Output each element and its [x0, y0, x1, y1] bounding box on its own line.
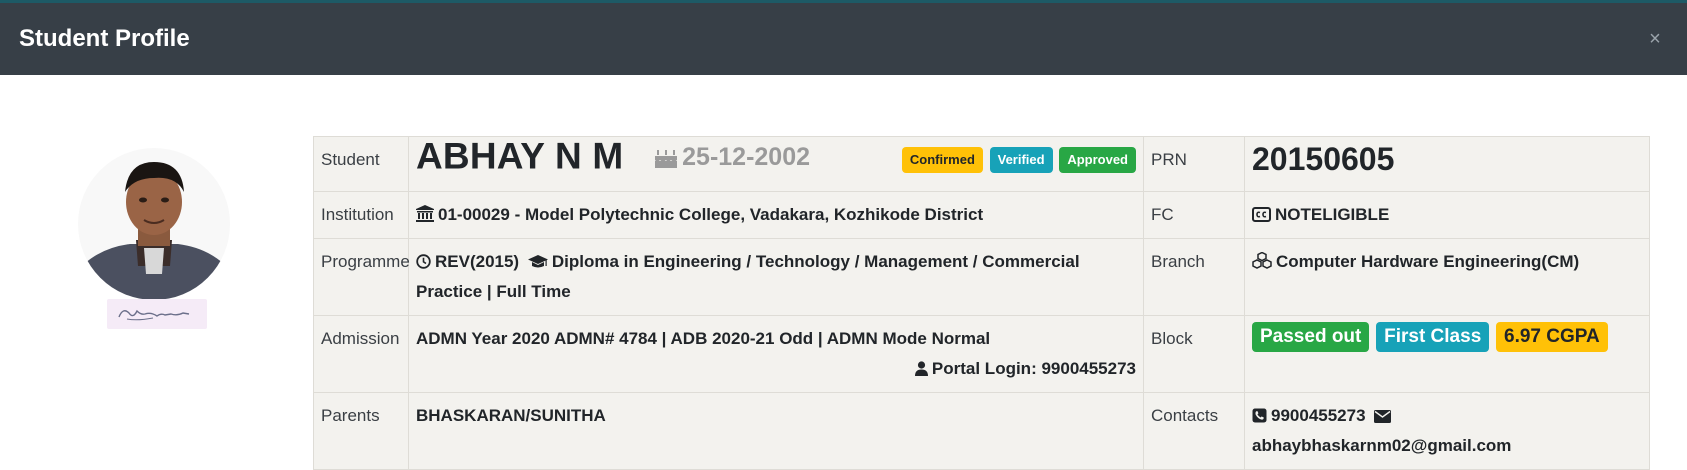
modal-header: Student Profile ×: [0, 3, 1687, 75]
confirmed-badge: Confirmed: [901, 147, 983, 173]
programme-label: Programme: [313, 238, 410, 316]
branch-value: Computer Hardware Engineering(CM): [1276, 252, 1580, 271]
contacts-label: Contacts: [1143, 392, 1245, 470]
prn-label: PRN: [1143, 136, 1245, 192]
modal-title: Student Profile: [19, 25, 190, 52]
prn-cell: 20150605: [1244, 136, 1650, 192]
parents-cell: BHASKARAN/SUNITHA: [408, 392, 1144, 470]
student-photo-image: [78, 148, 230, 300]
signature-image: [118, 309, 190, 321]
user-icon: [914, 361, 928, 376]
student-name: ABHAY N M: [416, 135, 624, 177]
portal-login-value: Portal Login: 9900455273: [931, 359, 1136, 378]
portal-login: Portal Login: 9900455273: [416, 354, 1136, 384]
row-admission: Admission ADMN Year 2020 ADMN# 4784 | AD…: [313, 315, 1650, 393]
fc-label: FC: [1143, 191, 1245, 239]
institution-label: Institution: [313, 191, 409, 239]
phone-value: 9900455273: [1271, 406, 1366, 425]
status-badges: Confirmed Verified Approved: [900, 144, 1136, 174]
admission-label: Admission: [313, 315, 409, 393]
phone-icon: [1252, 408, 1267, 423]
avatar: [78, 148, 230, 300]
institution-cell: 01-00029 - Model Polytechnic College, Va…: [408, 191, 1144, 239]
institution-icon: [416, 205, 434, 222]
admission-cell: ADMN Year 2020 ADMN# 4784 | ADB 2020-21 …: [408, 315, 1144, 393]
envelope-icon: [1374, 410, 1392, 423]
email-value[interactable]: abhaybhaskarnm02@gmail.com: [1252, 436, 1511, 455]
closed-captioning-icon: [1252, 207, 1271, 222]
verified-badge: Verified: [989, 147, 1053, 173]
close-icon[interactable]: ×: [1645, 29, 1665, 49]
parents-label: Parents: [313, 392, 409, 470]
institution-value: 01-00029 - Model Polytechnic College, Va…: [438, 205, 984, 224]
first-class-badge: First Class: [1376, 322, 1490, 352]
student-signature: [107, 299, 207, 329]
contacts-cell: 9900455273 abhaybhaskarnm02@gmail.com: [1244, 392, 1650, 470]
dob-value: 25-12-2002: [682, 142, 811, 171]
graduation-cap-icon: [527, 255, 548, 268]
cgpa-badge: 6.97 CGPA: [1496, 322, 1608, 352]
admission-value: ADMN Year 2020 ADMN# 4784 | ADB 2020-21 …: [416, 329, 991, 348]
branch-cell: Computer Hardware Engineering(CM): [1244, 238, 1650, 316]
student-label: Student: [313, 136, 409, 192]
cubes-icon: [1252, 252, 1272, 269]
row-parents: Parents BHASKARAN/SUNITHA Contacts 99004…: [313, 392, 1650, 470]
row-institution: Institution 01-00029 - Model Polytechnic…: [313, 191, 1650, 239]
row-student: Student ABHAY N M 25-12-2002 Confirmed V…: [313, 135, 1650, 192]
parents-value: BHASKARAN/SUNITHA: [416, 406, 606, 425]
approved-badge: Approved: [1059, 147, 1136, 173]
programme-cell: REV(2015) Diploma in Engineering / Techn…: [408, 238, 1144, 316]
birthday-cake-icon: [655, 149, 678, 168]
prn-value: 20150605: [1252, 141, 1395, 177]
row-programme: Programme REV(2015) Diploma in Engineeri…: [313, 238, 1650, 316]
date-of-birth: 25-12-2002: [654, 143, 810, 171]
student-cell: ABHAY N M 25-12-2002 Confirmed Verified …: [408, 135, 1144, 192]
clock-icon: [416, 254, 431, 269]
fc-cell: NOTELIGIBLE: [1244, 191, 1650, 239]
student-photo: [78, 148, 230, 300]
block-label: Block: [1143, 315, 1245, 393]
student-profile-table: Student ABHAY N M 25-12-2002 Confirmed V…: [313, 136, 1650, 470]
programme-scheme: REV(2015): [435, 252, 520, 271]
branch-label: Branch: [1143, 238, 1245, 316]
fc-value: NOTELIGIBLE: [1275, 205, 1390, 224]
block-cell: Passed out First Class 6.97 CGPA: [1244, 315, 1650, 393]
passed-out-badge: Passed out: [1252, 322, 1370, 352]
